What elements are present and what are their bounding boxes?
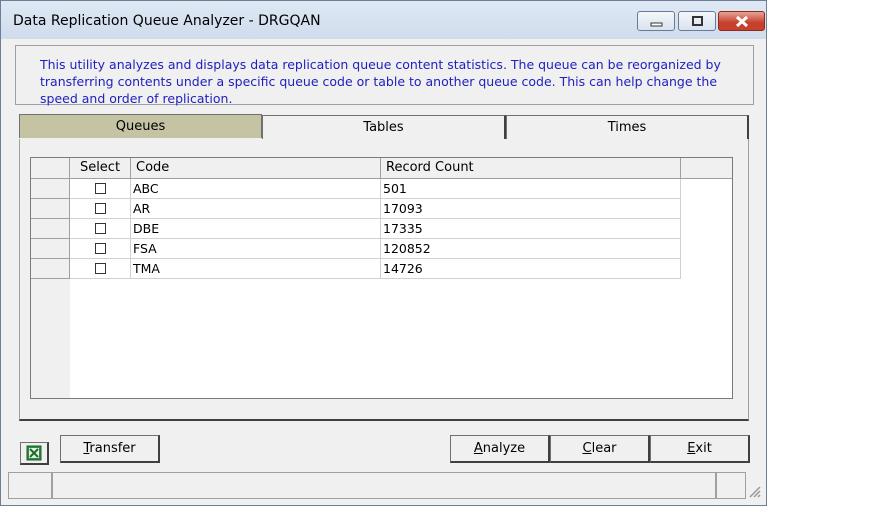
select-cell[interactable]: [70, 219, 131, 239]
code-cell[interactable]: DBE: [131, 219, 381, 239]
select-cell[interactable]: [70, 239, 131, 259]
tab-tables[interactable]: Tables: [262, 115, 506, 139]
transfer-label: ransfer: [89, 441, 136, 456]
select-checkbox[interactable]: [95, 223, 106, 234]
select-checkbox[interactable]: [95, 263, 106, 274]
record-count-cell[interactable]: 501: [381, 179, 681, 199]
header-filler: [681, 158, 732, 179]
clear-label: lear: [591, 441, 617, 456]
code-cell[interactable]: AR: [131, 199, 381, 219]
table-row[interactable]: ABC 501: [31, 179, 681, 199]
status-panel-2: [52, 472, 716, 499]
row-header[interactable]: [31, 219, 70, 239]
select-checkbox[interactable]: [95, 183, 106, 194]
tab-times[interactable]: Times: [506, 115, 749, 139]
main-content: This utility analyzes and displays data …: [6, 39, 761, 501]
table-row[interactable]: TMA 14726: [31, 259, 681, 279]
info-description: This utility analyzes and displays data …: [15, 45, 754, 106]
minimize-button[interactable]: [637, 11, 675, 31]
record-count-cell[interactable]: 17093: [381, 199, 681, 219]
close-button[interactable]: [718, 11, 765, 31]
status-panel-1: [8, 472, 52, 499]
table-row[interactable]: FSA 120852: [31, 239, 681, 259]
analyze-label: nalyze: [482, 441, 526, 456]
export-excel-button[interactable]: [20, 442, 49, 465]
code-cell[interactable]: FSA: [131, 239, 381, 259]
select-cell[interactable]: [70, 199, 131, 219]
row-header[interactable]: [31, 199, 70, 219]
table-row[interactable]: AR 17093: [31, 199, 681, 219]
row-header[interactable]: [31, 179, 70, 199]
record-count-cell[interactable]: 14726: [381, 259, 681, 279]
maximize-icon: [692, 16, 703, 26]
status-bar: [1, 471, 766, 501]
select-checkbox[interactable]: [95, 203, 106, 214]
resize-grip-icon[interactable]: [748, 485, 762, 499]
close-icon: [735, 15, 749, 28]
tab-queues[interactable]: Queues: [19, 114, 262, 138]
analyze-mnemonic: A: [473, 441, 483, 456]
status-panel-3: [716, 472, 746, 499]
transfer-button[interactable]: Transfer: [60, 435, 160, 463]
app-window: Data Replication Queue Analyzer - DRGQAN…: [0, 0, 767, 506]
record-count-cell[interactable]: 120852: [381, 239, 681, 259]
analyze-button[interactable]: Analyze: [450, 435, 550, 463]
select-cell[interactable]: [70, 179, 131, 199]
header-code[interactable]: Code: [131, 158, 381, 179]
header-record-count[interactable]: Record Count: [381, 158, 681, 179]
row-header[interactable]: [31, 239, 70, 259]
clear-button[interactable]: Clear: [550, 435, 650, 463]
row-header[interactable]: [31, 259, 70, 279]
grid-corner: [31, 158, 70, 179]
code-cell[interactable]: ABC: [131, 179, 381, 199]
code-cell[interactable]: TMA: [131, 259, 381, 279]
minimize-icon: [650, 22, 663, 27]
clear-mnemonic: C: [582, 441, 592, 456]
excel-icon: [26, 445, 42, 461]
table-row[interactable]: DBE 17335: [31, 219, 681, 239]
queues-tab-panel: Select Code Record Count ABC 501 AR 1709…: [19, 139, 749, 421]
select-cell[interactable]: [70, 259, 131, 279]
queue-grid[interactable]: Select Code Record Count ABC 501 AR 1709…: [30, 157, 733, 399]
exit-label: xit: [695, 441, 712, 456]
title-bar[interactable]: Data Replication Queue Analyzer - DRGQAN: [1, 1, 766, 39]
header-select[interactable]: Select: [70, 158, 131, 179]
exit-button[interactable]: Exit: [650, 435, 750, 463]
tab-strip: Queues Tables Times: [19, 114, 749, 139]
select-checkbox[interactable]: [95, 243, 106, 254]
window-title: Data Replication Queue Analyzer - DRGQAN: [13, 13, 321, 29]
maximize-button[interactable]: [678, 11, 716, 31]
record-count-cell[interactable]: 17335: [381, 219, 681, 239]
